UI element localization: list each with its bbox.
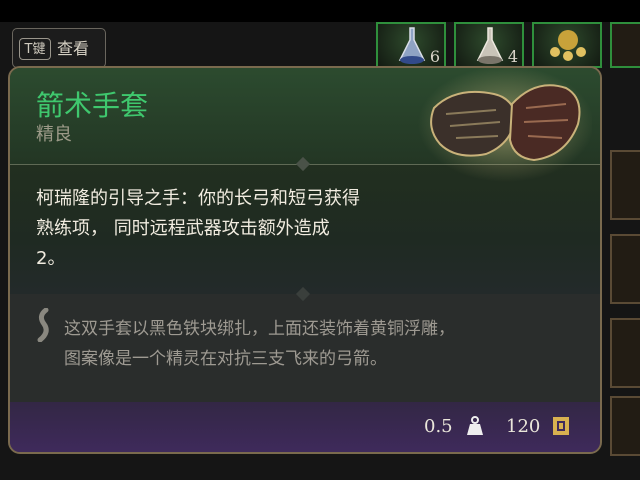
effect-line: 2。 <box>36 248 66 269</box>
side-slot[interactable] <box>610 22 640 68</box>
effect-line: 熟练项， 同时远程武器攻击额外造成 <box>36 218 330 239</box>
inventory-slot-3[interactable] <box>532 22 602 68</box>
effect-line: 柯瑞隆的引导之手：你的长弓和短弓获得 <box>36 188 360 209</box>
item-weight: 0.5 <box>424 416 453 437</box>
inspect-hint: T键 查看 <box>12 28 106 68</box>
item-name: 箭术手套 <box>36 89 149 122</box>
leather-gloves-icon <box>418 68 592 182</box>
quote-icon <box>37 308 49 342</box>
lore-line: 图案像是一个精灵在对抗三支飞来的弓箭。 <box>64 349 387 369</box>
item-effect: 柯瑞隆的引导之手：你的长弓和短弓获得 熟练项， 同时远程武器攻击额外造成 2。 <box>36 184 456 274</box>
item-tooltip: 箭术手套 精良 柯瑞隆的引导之手：你的长弓和短弓获得 熟练项， 同时远程武器攻击… <box>8 66 602 454</box>
side-slot[interactable] <box>610 150 640 220</box>
inventory-slot-1[interactable]: 6 <box>376 22 446 68</box>
divider-caret <box>295 286 311 302</box>
top-bar <box>0 0 640 22</box>
item-lore: 这双手套以黑色铁块绑扎，上面还装饰着黄铜浮雕， 图案像是一个精灵在对抗三支飞来的… <box>64 314 584 374</box>
potion-flask-icon <box>398 27 426 64</box>
lore-line: 这双手套以黑色铁块绑扎，上面还装饰着黄铜浮雕， <box>64 319 455 339</box>
golden-trinket-icon <box>550 30 586 61</box>
item-rarity: 精良 <box>36 124 72 145</box>
side-slot[interactable] <box>610 234 640 304</box>
slot-count: 6 <box>429 47 440 66</box>
potion-flask-icon <box>476 27 504 64</box>
item-price: 120 <box>506 416 541 437</box>
keybind-badge: T键 <box>19 38 51 60</box>
lore-section: 这双手套以黑色铁块绑扎，上面还装饰着黄铜浮雕， 图案像是一个精灵在对抗三支飞来的… <box>10 286 600 402</box>
inspect-label: 查看 <box>57 39 90 58</box>
tooltip-footer: 0.5 120 <box>10 402 600 452</box>
gold-coin-icon <box>553 417 569 435</box>
inventory-slot-2[interactable]: 4 <box>454 22 524 68</box>
weight-icon <box>467 416 483 435</box>
side-slot[interactable] <box>610 396 640 456</box>
slot-count: 4 <box>507 47 518 66</box>
side-slot[interactable] <box>610 318 640 388</box>
